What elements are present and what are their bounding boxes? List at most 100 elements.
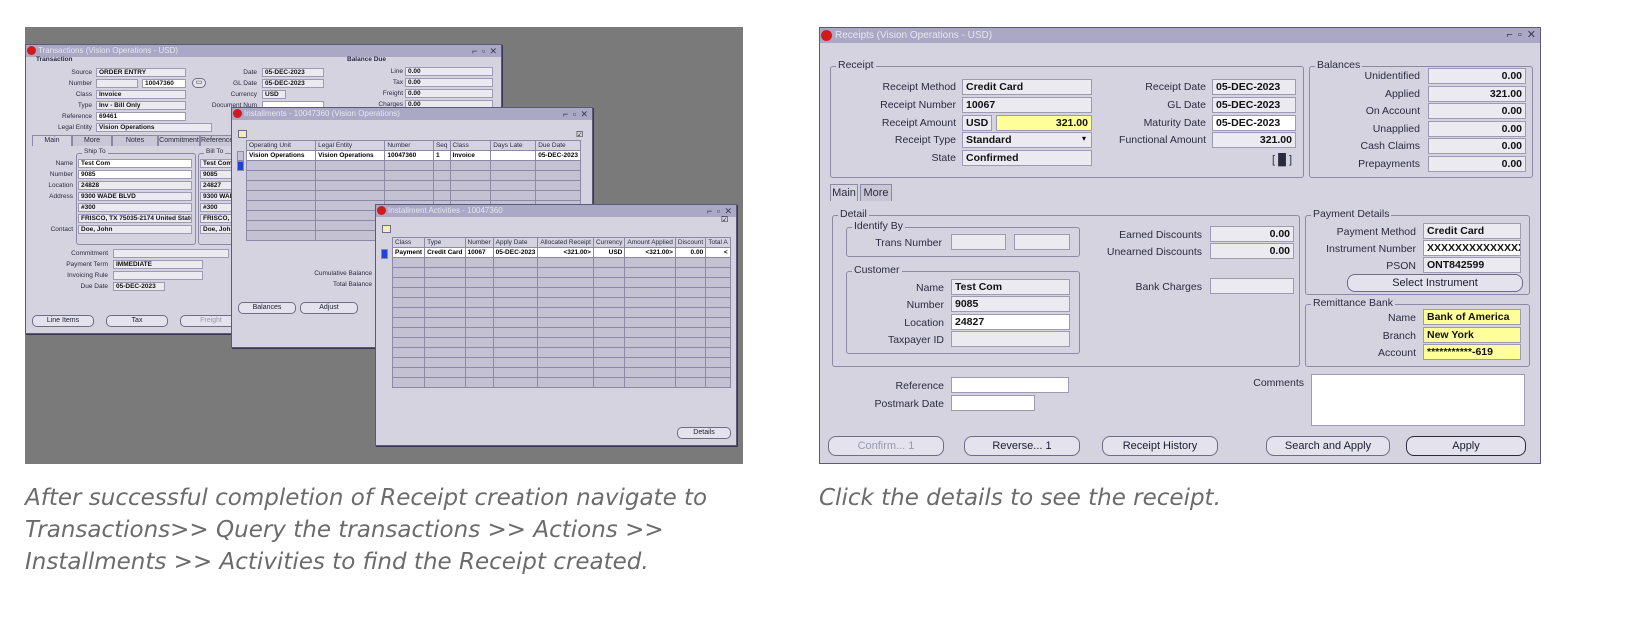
column-header[interactable]: Total A [705,237,731,248]
pson-field[interactable]: ONT842599 [1423,257,1521,273]
date-field[interactable]: 05-DEC-2023 [262,68,324,77]
column-header[interactable]: Days Late [490,140,537,151]
table-cell[interactable]: 10067 [464,247,494,258]
table-cell[interactable]: < [705,247,731,258]
column-header[interactable]: Due Date [535,140,581,151]
table-row[interactable] [245,160,581,171]
receipt-date-field[interactable]: 05-DEC-2023 [1212,79,1296,95]
currency-field[interactable]: USD [262,90,286,99]
column-header[interactable]: Allocated Receipt [537,237,594,248]
gl-date-field[interactable]: 05-DEC-2023 [262,79,324,88]
number-field[interactable]: 10047360 [142,79,186,88]
ship-address1-field[interactable]: 9300 WADE BLVD [78,192,192,201]
column-header[interactable]: Number [464,237,494,248]
ship-contact-field[interactable]: Doe, John [78,225,192,234]
table-row[interactable] [391,287,731,298]
window-controls-icon[interactable]: ⌐ ▫ ✕ [707,205,733,217]
window-controls-icon[interactable]: ⌐ ▫ ✕ [563,108,589,120]
table-row[interactable] [391,367,731,378]
table-row[interactable] [245,180,581,191]
customer-number-field[interactable]: 9085 [951,296,1070,312]
line-items-button[interactable]: Line Items [32,315,94,327]
source-field[interactable]: ORDER ENTRY [96,68,186,77]
customer-location-field[interactable]: 24827 [951,314,1070,330]
postmark-date-field[interactable] [951,395,1035,411]
flexfield-icon[interactable]: [ █ ] [1272,154,1292,166]
maturity-date-field[interactable]: 05-DEC-2023 [1212,115,1296,131]
table-cell[interactable]: Vision Operations [245,150,317,161]
tab-more[interactable]: More [72,135,112,146]
table-row[interactable] [245,170,581,181]
column-header[interactable]: Class [391,237,426,248]
column-header[interactable]: Discount [674,237,707,248]
state-field[interactable]: Confirmed [962,150,1092,166]
adjust-button[interactable]: Adjust [300,302,358,314]
apply-button[interactable]: Apply [1406,436,1526,456]
confirm-button[interactable]: Confirm... 1 [828,436,944,456]
payment-method-field[interactable]: Credit Card [1423,223,1521,239]
due-date-field[interactable]: 05-DEC-2023 [113,282,165,291]
type-field[interactable]: Inv - Bill Only [96,101,186,110]
remittance-name-field[interactable]: Bank of America [1423,309,1521,325]
comments-field[interactable] [1311,374,1525,426]
search-and-apply-button[interactable]: Search and Apply [1266,436,1390,456]
table-cell[interactable]: Invoice [449,150,492,161]
tab-notes[interactable]: Notes [112,135,158,146]
tab-main[interactable]: Main [830,184,858,201]
number-prefix-field[interactable] [96,79,138,88]
invoicing-rule-field[interactable] [113,271,203,280]
receipt-number-field[interactable]: 10067 [962,97,1092,113]
column-header[interactable]: Currency [592,237,626,248]
table-cell[interactable]: 1 [432,150,451,161]
table-row[interactable]: Payment Credit Card 10067 05-DEC-2023 <3… [391,247,731,258]
table-cell[interactable]: <321.00> [624,247,676,258]
table-row[interactable] [391,257,731,268]
trans-number-secondary-field[interactable] [1014,234,1070,250]
table-row[interactable] [391,267,731,278]
remittance-branch-field[interactable]: New York [1423,327,1521,343]
reference-field[interactable]: 69461 [96,112,186,121]
column-header[interactable]: Class [449,140,492,151]
receipt-currency-field[interactable]: USD [962,115,992,131]
table-row[interactable] [391,357,731,368]
balances-button[interactable]: Balances [238,302,296,314]
table-row[interactable]: Vision Operations Vision Operations 1004… [245,150,581,161]
table-row[interactable] [391,377,731,388]
details-button[interactable]: Details [677,427,731,439]
column-header[interactable]: Apply Date [492,237,539,248]
window-controls-icon[interactable]: ⌐ ▫ ✕ [472,45,498,57]
checkbox-icon[interactable]: ☑ [576,130,583,139]
instrument-number-field[interactable]: XXXXXXXXXXXXXX [1423,240,1521,256]
table-cell[interactable]: 0.00 [674,247,707,258]
table-cell[interactable]: 05-DEC-2023 [535,150,581,161]
tab-reference[interactable]: Reference [200,135,233,146]
ship-address3-field[interactable]: FRISCO, TX 75035-2174 United States [78,214,192,223]
table-row[interactable] [391,337,731,348]
table-row[interactable] [391,307,731,318]
table-cell[interactable]: 05-DEC-2023 [492,247,539,258]
table-row[interactable] [391,277,731,288]
ship-name-field[interactable]: Test Com [78,159,192,168]
receipt-amount-field[interactable]: 321.00 [996,115,1092,131]
ship-location-field[interactable]: 24828 [78,181,192,190]
table-cell[interactable]: <321.00> [537,247,594,258]
receipt-method-field[interactable]: Credit Card [962,79,1092,95]
payment-term-field[interactable]: IMMEDIATE [113,260,203,269]
column-header[interactable]: Number [384,140,434,151]
row-selector[interactable] [237,151,244,161]
table-cell[interactable]: Credit Card [424,247,466,258]
select-instrument-button[interactable]: Select Instrument [1347,274,1523,292]
tab-commitment[interactable]: Commitment [158,135,200,146]
table-row[interactable] [391,317,731,328]
table-cell[interactable]: Vision Operations [315,150,386,161]
row-selector[interactable] [381,249,388,259]
column-header[interactable]: Type [424,237,466,248]
taxpayer-field[interactable] [951,331,1070,347]
remittance-account-field[interactable]: ***********-619 [1423,344,1521,360]
folder-icon[interactable] [382,225,391,233]
column-header[interactable]: Operating Unit [245,140,317,151]
table-cell[interactable] [490,150,537,161]
column-header[interactable]: Amount Applied [624,237,676,248]
checkbox-icon[interactable]: ☑ [721,215,728,224]
legal-entity-field[interactable]: Vision Operations [96,123,212,132]
